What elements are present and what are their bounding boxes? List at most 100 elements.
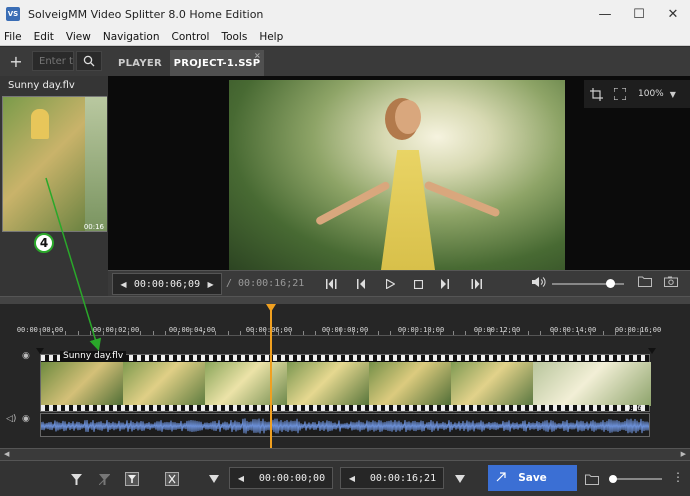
app-icon: VS — [6, 7, 20, 21]
ruler-tick — [578, 331, 579, 335]
volume-slider[interactable] — [552, 279, 624, 288]
current-time-box: ◀ 00:00:06;09 ▶ — [112, 273, 222, 295]
fullscreen-icon[interactable] — [608, 82, 632, 106]
close-button[interactable]: ✕ — [656, 0, 690, 28]
next-keyframe-icon[interactable] — [468, 276, 484, 292]
subject-arm-right — [423, 180, 501, 218]
ruler-tick — [353, 331, 354, 335]
search-input[interactable] — [32, 51, 74, 71]
clip-label: Sunny day.flv — [60, 351, 127, 361]
menu-bar: File Edit View Navigation Control Tools … — [0, 28, 690, 46]
menu-file[interactable]: File — [0, 31, 28, 43]
zoom-dropdown-icon[interactable]: ▼ — [670, 90, 676, 99]
ruler-tick — [290, 331, 291, 335]
marker-filter-icon[interactable] — [66, 469, 86, 489]
time-next-icon[interactable]: ▶ — [200, 280, 221, 289]
crop-icon[interactable] — [584, 82, 608, 106]
bottom-toolbar: ◀ 00:00:00;00 ◀ 00:00:16;21 Save ⋮ — [0, 460, 690, 496]
tick-label: 00:00:12;00 — [473, 326, 521, 334]
snapshot-icon[interactable] — [664, 276, 680, 292]
video-viewer: 100% ▼ — [108, 76, 690, 270]
minimize-button[interactable]: — — [588, 0, 622, 28]
start-time[interactable]: 00:00:00;00 — [252, 473, 332, 484]
tab-project[interactable]: PROJECT-1.SSP × — [170, 50, 264, 76]
open-folder-icon[interactable] — [638, 276, 654, 292]
output-folder-icon[interactable] — [582, 469, 602, 489]
prev-keyframe-icon[interactable] — [324, 276, 340, 292]
volume-knob[interactable] — [606, 279, 615, 288]
subject-head — [395, 100, 421, 134]
timeline: 00:00:00;00 00:00:02;00 00:00:04;00 00:0… — [0, 304, 690, 460]
timeline-zoom-knob[interactable] — [609, 475, 617, 483]
tab-close-icon[interactable]: × — [254, 51, 261, 60]
subject-dress — [381, 150, 435, 270]
end-time-prev-icon[interactable]: ◀ — [341, 474, 363, 483]
next-frame-icon[interactable] — [436, 276, 452, 292]
media-thumbnail[interactable]: 00:16 — [2, 96, 107, 232]
zoom-level[interactable]: 100% — [638, 89, 664, 99]
add-media-button[interactable]: + — [6, 51, 26, 71]
clip-frame — [287, 362, 369, 406]
subject-arm-left — [314, 180, 391, 227]
more-options-icon[interactable]: ⋮ — [672, 470, 684, 484]
scroll-right-icon[interactable]: ▶ — [681, 450, 686, 458]
panel-splitter[interactable] — [0, 296, 690, 304]
timeline-scrollbar[interactable]: ◀ ▶ — [0, 448, 690, 460]
ruler-tick — [453, 331, 454, 335]
clip-frame — [41, 362, 123, 406]
remove-marker-icon[interactable] — [94, 469, 114, 489]
menu-help[interactable]: Help — [253, 31, 289, 43]
ruler-tick — [78, 331, 79, 335]
current-time[interactable]: 00:00:06;09 — [134, 279, 200, 290]
split-icon[interactable] — [162, 469, 182, 489]
ruler-tick — [465, 331, 466, 335]
ruler-tick — [528, 331, 529, 335]
ruler-tick — [40, 328, 41, 335]
ruler-tick — [303, 331, 304, 335]
menu-edit[interactable]: Edit — [28, 31, 60, 43]
filmstrip-sprockets-top — [41, 355, 649, 361]
window-title: SolveigMM Video Splitter 8.0 Home Editio… — [28, 7, 264, 21]
ruler-tick — [115, 328, 116, 335]
video-track-clip[interactable] — [40, 354, 651, 412]
maximize-button[interactable]: ☐ — [622, 0, 656, 28]
end-marker-dropdown-icon[interactable] — [450, 469, 470, 489]
prev-frame-icon[interactable] — [354, 276, 370, 292]
ruler-tick — [428, 331, 429, 335]
search-button[interactable] — [76, 51, 102, 71]
marker-dropdown-icon[interactable] — [204, 469, 224, 489]
tab-project-label: PROJECT-1.SSP — [173, 57, 261, 69]
tick-label: 00:00:10;00 — [397, 326, 445, 334]
menu-navigation[interactable]: Navigation — [97, 31, 166, 43]
audio-track-mute-icon[interactable]: ◁) — [6, 414, 16, 424]
cut-marker-icon[interactable] — [122, 469, 142, 489]
start-time-prev-icon[interactable]: ◀ — [230, 474, 252, 483]
tool-row: + PLAYER PROJECT-1.SSP × — [0, 47, 690, 76]
audio-track-clip[interactable] — [40, 413, 650, 437]
end-time[interactable]: 00:00:16;21 — [363, 473, 443, 484]
playhead[interactable] — [270, 306, 272, 448]
timeline-ruler[interactable]: 00:00:00;00 00:00:02;00 00:00:04;00 00:0… — [17, 316, 661, 336]
scroll-left-icon[interactable]: ◀ — [4, 450, 9, 458]
window-controls: — ☐ ✕ — [588, 0, 690, 28]
viewer-tools: 100% ▼ — [584, 80, 690, 108]
play-icon[interactable] — [382, 276, 398, 292]
save-button[interactable]: Save — [488, 465, 577, 491]
tab-player[interactable]: PLAYER — [112, 50, 168, 76]
menu-view[interactable]: View — [60, 31, 97, 43]
thumbnail-frame — [85, 97, 107, 231]
audio-track-visibility-icon[interactable]: ◉ — [22, 414, 30, 424]
thumbnail-figure — [31, 109, 49, 139]
ruler-tick — [378, 331, 379, 335]
ruler-tick — [265, 328, 266, 335]
volume-icon[interactable] — [532, 276, 548, 292]
time-prev-icon[interactable]: ◀ — [113, 280, 134, 289]
ruler-tick — [590, 331, 591, 335]
menu-control[interactable]: Control — [165, 31, 215, 43]
menu-tools[interactable]: Tools — [215, 31, 253, 43]
stop-icon[interactable] — [410, 276, 426, 292]
ruler-tick — [315, 331, 316, 335]
tick-label: 00:00:16;00 — [614, 326, 662, 334]
video-track-visibility-icon[interactable]: ◉ — [22, 351, 30, 361]
timeline-zoom-slider[interactable] — [609, 475, 662, 483]
